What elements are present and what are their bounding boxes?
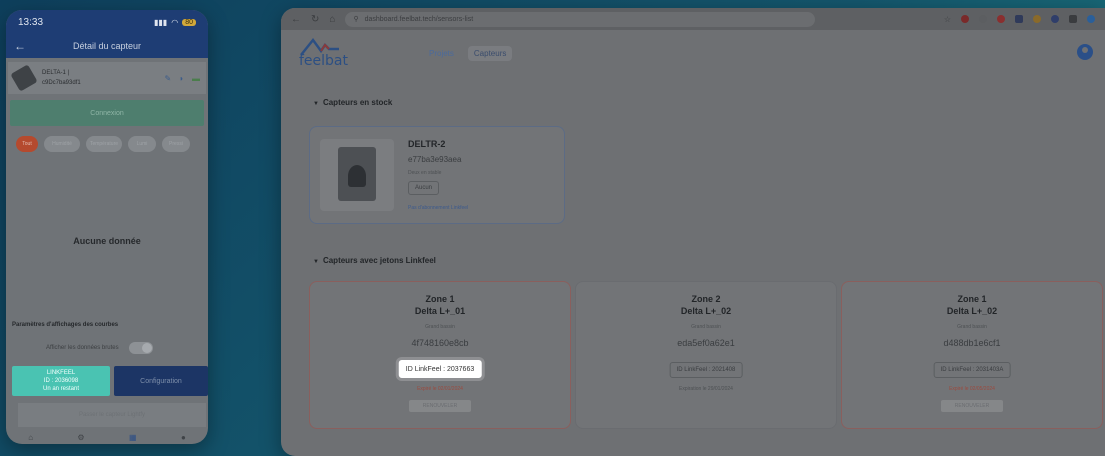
linkfeel-id-badge[interactable]: ID LinkFeel : 2031403A [933,362,1011,378]
caret-down-icon: ▼ [313,259,319,265]
sensor-name: DELTR-2 [408,139,446,149]
chip-all[interactable]: Tout [16,136,38,152]
renew-button[interactable]: RENOUVELER [941,400,1003,412]
sensor-name: Delta L+_02 [680,306,732,316]
sensor-name: Delta L+_02 [946,306,998,316]
linkfeel-card[interactable]: Zone 2 Delta L+_02 Grand bassin eda5ef0a… [575,281,837,429]
feelbat-logo[interactable]: feelbat [299,37,359,69]
site-info-icon[interactable]: ⚲ [353,15,358,23]
browser-window: ← ↻ ⌂ ⚲ dashboard.feelbat.tech/sensors-l… [281,8,1105,456]
linkfeel-id-badge[interactable]: ID LinkFeel : 2037663 [398,360,482,378]
stock-sensor-card[interactable]: DELTR-2 e77ba3e93aea Deux en stable Aucu… [309,126,565,224]
home-icon[interactable]: ⌂ [329,14,335,25]
settings-icon[interactable]: ⚙ [77,433,84,442]
phone-header: ← Détail du capteur [6,34,208,58]
linkfeel-card[interactable]: Zone 1 Delta L+_02 Grand bassin d488db1e… [841,281,1103,429]
location-label: Grand bassin [691,324,721,330]
nav-projects[interactable]: Projets [423,46,460,61]
raw-data-label: Afficher les données brutes [46,345,119,351]
chip-temperature[interactable]: Température [86,136,122,152]
account-icon[interactable] [1077,44,1093,60]
status-time: 13:33 [18,16,44,28]
device-name: DELTA-1 | [42,70,70,76]
linkfeel-button[interactable]: LINKFEEL ID : 2036098 Un an restant [12,366,110,396]
nav-sensors[interactable]: Capteurs [467,46,513,61]
linkfeel-id: ID : 2036098 [43,378,79,384]
sensor-id: d488db1e6cf1 [943,338,1001,348]
sensor-project-pill[interactable]: Aucun [408,181,440,195]
zone-label: Zone 2 [691,294,721,304]
device-id: c9Dc7ba93df1 [42,80,81,86]
chart-params-title: Paramètres d'affichages des courbes [12,322,119,328]
chip-humidity[interactable]: Humidité [44,136,80,152]
extension-icon[interactable] [1033,14,1041,23]
profile-icon[interactable] [1087,14,1095,23]
sensor-image [320,139,394,211]
chip-light[interactable]: Lumi [128,136,156,152]
linkfeel-title: LINKFEEL [46,370,76,376]
browser-toolbar: ← ↻ ⌂ ⚲ dashboard.feelbat.tech/sensors-l… [281,8,1105,30]
caret-down-icon: ▼ [313,101,319,107]
linkfeel-id-badge[interactable]: ID LinkFeel : 2021408 [669,362,743,378]
mobile-app-screen: 13:33 ▮▮▮ ◠ 80 ← Détail du capteur DELTA… [6,10,208,444]
url-text: dashboard.feelbat.tech/sensors-list [364,15,474,23]
rss-icon[interactable]: ◗ [179,74,184,83]
back-arrow-icon[interactable]: ← [6,39,34,53]
linkfeel-remaining: Un an restant [42,386,80,392]
linkfeel-section-title[interactable]: ▼ Capteurs avec jetons Linkfeel [313,256,436,265]
extension-icon[interactable] [1069,14,1077,23]
sensor-id: eda5ef0a62e1 [677,338,735,348]
status-indicators: ▮▮▮ ◠ 80 [154,18,196,27]
extension-icon[interactable] [961,14,969,23]
extension-icon[interactable] [979,14,987,23]
configuration-button[interactable]: Configuration [114,366,208,396]
filter-chips: Tout Humidité Température Lumi Pressi [6,126,208,152]
sensor-name: Delta L+_01 [414,306,466,316]
switch-sensor-button[interactable]: Passer le capteur Lightfy [18,403,206,427]
empty-state-label: Aucune donnée [73,236,141,246]
battery-icon: 80 [182,18,196,26]
app-header: feelbat Projets Capteurs [281,30,1105,76]
zone-label: Zone 1 [957,294,987,304]
raw-data-toggle[interactable] [128,342,153,354]
zone-label: Zone 1 [425,294,455,304]
renew-button[interactable]: RENOUVELER [409,400,471,412]
address-bar[interactable]: ⚲ dashboard.feelbat.tech/sensors-list [345,11,816,27]
profile-icon[interactable]: ● [181,433,186,442]
signal-icon: ▮▮▮ [154,17,168,27]
device-row: DELTA-1 | c9Dc7ba93df1 ✎ ◗ ▬ [8,62,206,94]
logo-text: feelbat [299,53,348,69]
sensor-id: e77ba3e93aea [408,155,462,164]
wifi-icon: ◠ [171,17,179,27]
extension-icon[interactable] [1015,14,1023,23]
subscription-link[interactable]: Pas d'abonnement Linkfeel [408,205,468,211]
sensor-id: 4f748160e8cb [411,338,469,348]
reload-icon[interactable]: ↻ [311,14,319,25]
expiry-label: Expiré le 02/05/2024 [949,386,995,392]
sensor-status: Deux en stable [408,170,442,176]
star-icon[interactable]: ☆ [944,15,951,24]
location-label: Grand bassin [425,324,455,330]
extension-icon[interactable] [1051,14,1059,23]
extensions: ☆ [944,14,1095,24]
page-title: Détail du capteur [72,41,142,51]
location-label: Grand bassin [957,324,987,330]
expiry-label: Expiration le 29/01/2024 [679,386,733,392]
battery-level-icon: ▬ [192,73,200,83]
sensor-thumbnail [10,64,38,92]
phone-status-bar: 13:33 ▮▮▮ ◠ 80 [6,10,208,34]
tab-bar: ⌂ ⚙ ▦ ● [6,430,208,444]
stock-section-title[interactable]: ▼ Capteurs en stock [313,98,392,107]
extension-icon[interactable] [997,14,1005,23]
home-icon[interactable]: ⌂ [28,433,33,442]
linkfeel-card[interactable]: Zone 1 Delta L+_01 Grand bassin 4f748160… [309,281,571,429]
expiry-label: Expiré le 02/01/2024 [417,386,463,392]
sensor-icon[interactable]: ▦ [129,433,137,442]
back-icon[interactable]: ← [291,14,301,25]
main-nav: Projets Capteurs [423,46,513,61]
connect-button[interactable]: Connexion [10,100,204,126]
chip-pressure[interactable]: Pressi [162,136,190,152]
edit-icon[interactable]: ✎ [164,74,171,83]
